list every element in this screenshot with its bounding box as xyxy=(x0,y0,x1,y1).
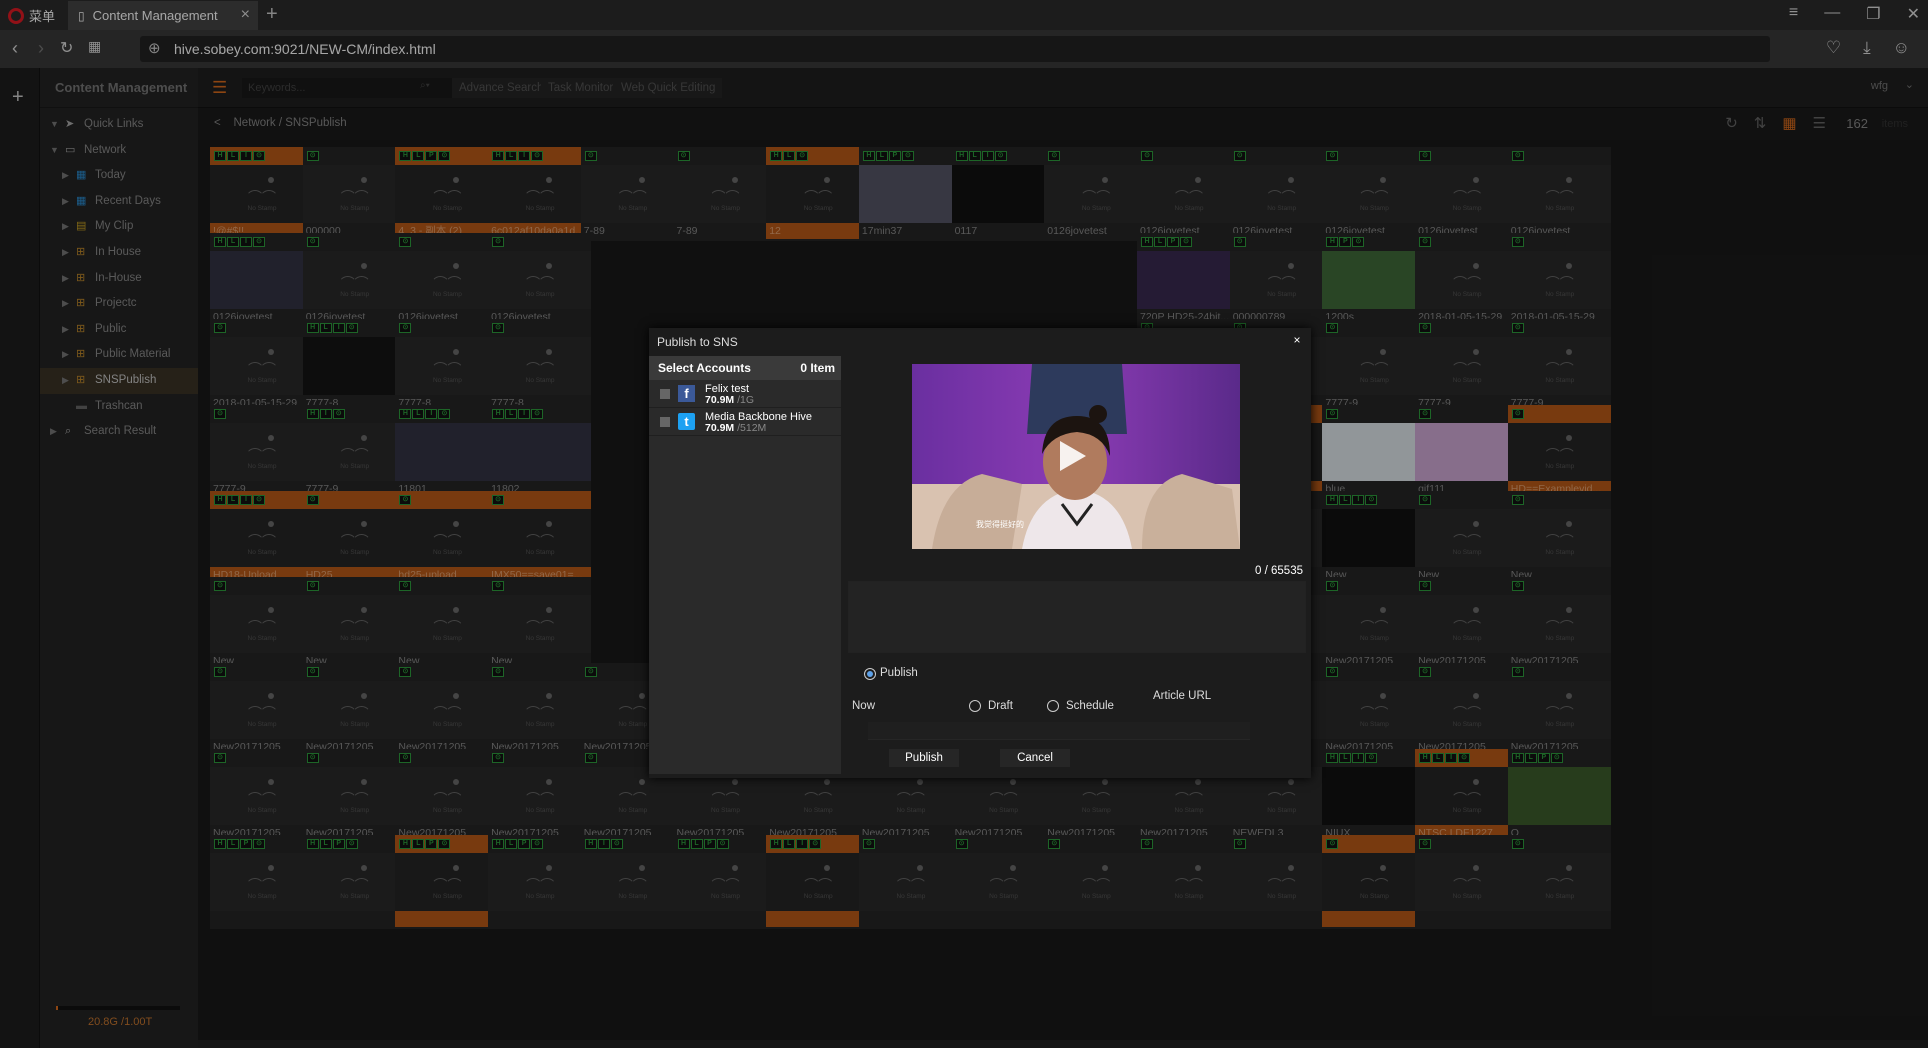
accounts-header-label: Select Accounts xyxy=(658,361,751,375)
post-text-area[interactable] xyxy=(848,581,1306,653)
account-item[interactable]: t Media Backbone Hive 70.9M /512M xyxy=(649,408,841,436)
play-icon[interactable] xyxy=(1060,441,1086,471)
dialog-title: Publish to SNS xyxy=(657,335,738,349)
account-item[interactable]: f Felix test 70.9M /1G xyxy=(649,380,841,408)
schedule-radio[interactable] xyxy=(1047,700,1059,712)
account-checkbox[interactable] xyxy=(660,389,670,399)
article-url-input[interactable] xyxy=(868,722,1250,740)
publish-now-radio[interactable] xyxy=(864,668,876,680)
character-counter: 0 / 65535 xyxy=(1255,565,1303,577)
account-quota: 70.9M /512M xyxy=(705,422,767,434)
account-quota: 70.9M /1G xyxy=(705,394,755,406)
article-url-label: Article URL xyxy=(1153,690,1212,702)
draft-label: Draft xyxy=(988,700,1013,712)
accounts-header: Select Accounts 0 Item xyxy=(649,356,841,380)
schedule-label: Schedule xyxy=(1066,700,1114,712)
publish-now-label: Publish xyxy=(880,667,918,679)
account-checkbox[interactable] xyxy=(660,417,670,427)
cancel-button[interactable]: Cancel xyxy=(1000,749,1070,767)
draft-radio[interactable] xyxy=(969,700,981,712)
close-icon[interactable]: × xyxy=(1289,332,1305,348)
publish-button[interactable]: Publish xyxy=(889,749,959,767)
video-preview[interactable]: 我觉得挺好的 xyxy=(912,364,1240,549)
now-label: Now xyxy=(852,700,876,712)
publish-to-sns-dialog: Publish to SNS × Select Accounts 0 Item … xyxy=(649,328,1311,778)
accounts-count: 0 Item xyxy=(800,361,835,375)
facebook-icon: f xyxy=(678,385,695,402)
video-caption: 我觉得挺好的 xyxy=(976,520,1024,529)
accounts-panel: Select Accounts 0 Item f Felix test 70.9… xyxy=(649,356,841,774)
twitter-icon: t xyxy=(678,413,695,430)
